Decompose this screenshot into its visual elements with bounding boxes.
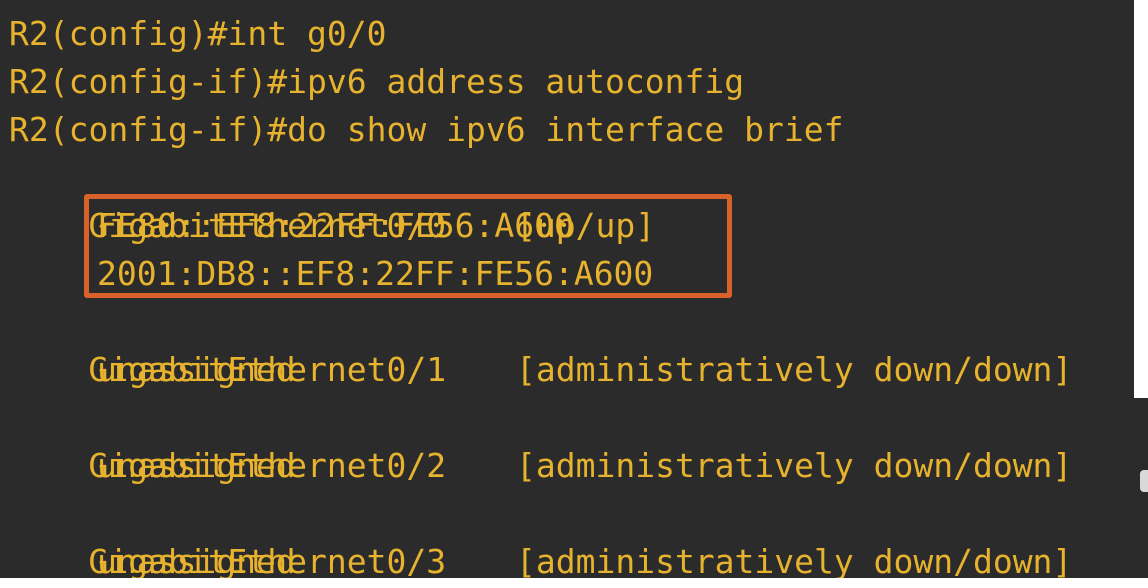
command-line-show-ipv6: R2(config-if)#do show ipv6 interface bri… <box>9 110 844 149</box>
scrollbar-thumb[interactable] <box>1140 470 1148 492</box>
address-unassigned: unassigned <box>97 350 296 389</box>
interface-row-g0-1: GigabitEthernet0/1 [administratively down… <box>9 298 1072 389</box>
interface-status: [administratively down/down] <box>516 542 1073 578</box>
interface-status: [administratively down/down] <box>516 446 1073 485</box>
terminal-window[interactable]: R2(config)#int g0/0 R2(config-if)#ipv6 a… <box>0 0 1134 578</box>
command-line-ipv6-autoconfig: R2(config-if)#ipv6 address autoconfig <box>9 62 745 101</box>
interface-status: [administratively down/down] <box>516 350 1073 389</box>
interface-row-g0-2: GigabitEthernet0/2 [administratively down… <box>9 394 1072 485</box>
address-unassigned: unassigned <box>97 446 296 485</box>
interface-row-g0-3: GigabitEthernet0/3 [administratively down… <box>9 490 1072 578</box>
address-unassigned: unassigned <box>97 542 296 578</box>
address-highlight-box <box>84 194 732 298</box>
command-line-int: R2(config)#int g0/0 <box>9 14 387 53</box>
